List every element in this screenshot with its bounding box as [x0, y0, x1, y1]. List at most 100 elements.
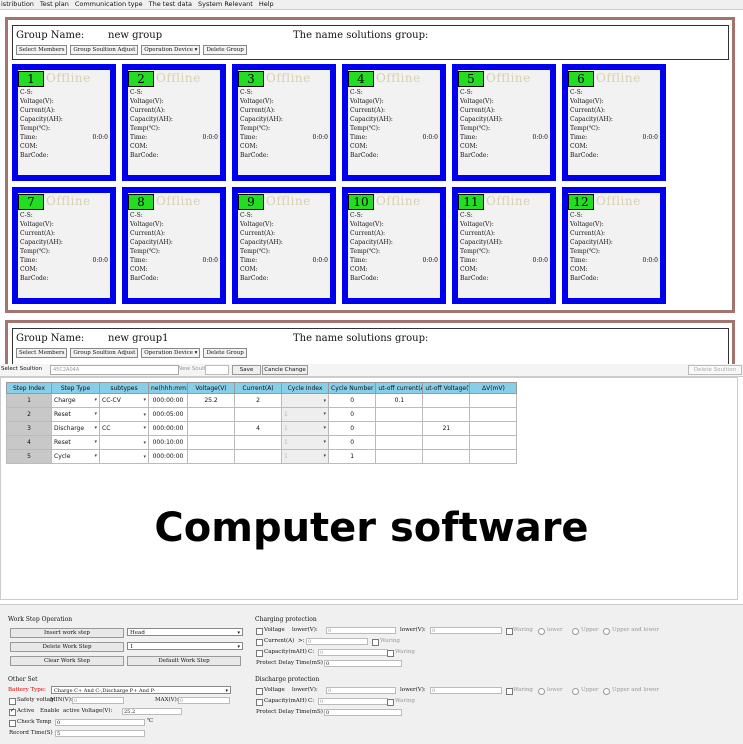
table-row[interactable]: 3 Discharge ▾ CC ▾ 000:00:00 4 1 ▾ 0 21: [6, 421, 518, 436]
discharge-upper-lower-radio[interactable]: [603, 688, 610, 695]
cutoff-voltage-cell[interactable]: [422, 393, 471, 408]
menu-test-data[interactable]: The test data: [149, 0, 192, 9]
group-solution-adjust-button[interactable]: Group Soultion Adjust: [70, 348, 139, 358]
group-solution-adjust-button[interactable]: Group Soultion Adjust: [70, 45, 139, 55]
cutoff-voltage-cell[interactable]: [422, 435, 471, 450]
table-row[interactable]: 5 Cycle ▾ ▾ 000:00:00 1 ▾ 1: [6, 449, 518, 464]
discharge-voltage-checkbox[interactable]: [256, 688, 263, 695]
insert-work-step-button[interactable]: Insert work step: [10, 628, 124, 638]
charging-current-input[interactable]: 0: [306, 638, 368, 645]
charging-lower-input[interactable]: 0: [326, 627, 396, 634]
delta-v-cell[interactable]: [469, 449, 518, 464]
select-members-button[interactable]: Select Members: [16, 45, 68, 55]
channel-card[interactable]: 12 Offline C-S: Voltage(V): Current(A): Capac…: [562, 187, 666, 304]
channel-card[interactable]: 9 Offline C-S: Voltage(V): Current(A): Capaci…: [232, 187, 336, 304]
cycle-number-cell[interactable]: 0: [327, 407, 377, 422]
step-type-cell[interactable]: Reset ▾: [51, 435, 100, 450]
channel-card[interactable]: 10 Offline C-S: Voltage(V): Current(A): Capac…: [342, 187, 446, 304]
delta-v-cell[interactable]: [469, 421, 518, 436]
cycle-number-cell[interactable]: 1: [327, 449, 377, 464]
cycle-number-cell[interactable]: 0: [327, 393, 377, 408]
channel-card[interactable]: 5 Offline C-S: Voltage(V): Current(A): Capaci…: [452, 64, 556, 181]
active-voltage-input[interactable]: 25.2: [122, 708, 182, 715]
charging-lower-radio[interactable]: [538, 628, 545, 635]
charging-delay-input[interactable]: 0: [324, 660, 402, 667]
cycle-index-cell[interactable]: 1 ▾: [281, 449, 329, 464]
channel-card[interactable]: 8 Offline C-S: Voltage(V): Current(A): Capaci…: [122, 187, 226, 304]
subtype-cell[interactable]: ▾: [99, 449, 149, 464]
time-cell[interactable]: 000:00:00: [148, 393, 188, 408]
select-solution-dropdown[interactable]: 45C2A04A: [50, 365, 179, 375]
channel-card[interactable]: 2 Offline C-S: Voltage(V): Current(A): Capaci…: [122, 64, 226, 181]
delta-v-cell[interactable]: [469, 407, 518, 422]
step-type-cell[interactable]: Reset ▾: [51, 407, 100, 422]
subtype-cell[interactable]: ▾: [99, 435, 149, 450]
step-type-cell[interactable]: Cycle ▾: [51, 449, 100, 464]
cancel-change-button[interactable]: Cancle Change: [262, 365, 308, 375]
menu-test-plan[interactable]: Test plan: [40, 0, 69, 9]
cycle-index-cell[interactable]: 1 ▾: [281, 435, 329, 450]
discharge-capacity-input[interactable]: 0: [318, 698, 388, 705]
current-cell[interactable]: [234, 435, 282, 450]
menu-system-relevant[interactable]: System Relevant: [198, 0, 253, 9]
charging-voltage-checkbox[interactable]: [256, 628, 263, 635]
min-voltage-input[interactable]: 0: [72, 697, 124, 704]
check-temp-checkbox[interactable]: [9, 720, 16, 727]
menu-distribution[interactable]: istribution: [1, 0, 34, 9]
cutoff-current-cell[interactable]: [375, 407, 424, 422]
safety-voltage-checkbox[interactable]: [9, 698, 16, 705]
step-number-select[interactable]: 1 ▾: [127, 642, 243, 650]
discharge-waring-checkbox[interactable]: [506, 688, 513, 695]
check-temp-input[interactable]: 0: [55, 719, 145, 726]
cutoff-voltage-cell[interactable]: 21: [422, 421, 471, 436]
time-cell[interactable]: 000:00:00: [148, 449, 188, 464]
current-cell[interactable]: 4: [234, 421, 282, 436]
cutoff-current-cell[interactable]: [375, 421, 424, 436]
channel-card[interactable]: 4 Offline C-S: Voltage(V): Current(A): Capaci…: [342, 64, 446, 181]
discharge-delay-input[interactable]: 0: [324, 709, 402, 716]
discharge-capacity-checkbox[interactable]: [256, 699, 263, 706]
time-cell[interactable]: 000:05:00: [148, 407, 188, 422]
delete-solution-button[interactable]: Delete Soultion: [688, 365, 742, 375]
channel-card[interactable]: 3 Offline C-S: Voltage(V): Current(A): Capaci…: [232, 64, 336, 181]
charging-waring-checkbox[interactable]: [506, 628, 513, 635]
default-work-step-button[interactable]: Default Work Step: [127, 656, 241, 666]
insert-position-select[interactable]: Head ▾: [127, 628, 243, 636]
subtype-cell[interactable]: CC ▾: [99, 421, 149, 436]
channel-card[interactable]: 6 Offline C-S: Voltage(V): Current(A): Capaci…: [562, 64, 666, 181]
cutoff-voltage-cell[interactable]: [422, 407, 471, 422]
battery-type-select[interactable]: Charge C+ And C-,Discharge P+ And P- ▾: [51, 686, 231, 694]
charging-capacity-waring-checkbox[interactable]: [387, 650, 394, 657]
delta-v-cell[interactable]: [469, 435, 518, 450]
cutoff-current-cell[interactable]: 0.1: [375, 393, 424, 408]
voltage-cell[interactable]: [187, 421, 235, 436]
table-row[interactable]: 2 Reset ▾ ▾ 000:05:00 1 ▾ 0: [6, 407, 518, 422]
cutoff-voltage-cell[interactable]: [422, 449, 471, 464]
delete-work-step-button[interactable]: Delete Work Step: [10, 642, 124, 652]
table-row[interactable]: 1 Charge ▾ CC-CV ▾ 000:00:00 25.2 2 ▾ 0 0.1: [6, 393, 518, 408]
active-checkbox[interactable]: [9, 707, 16, 716]
max-voltage-input[interactable]: 0: [178, 697, 230, 704]
voltage-cell[interactable]: 25.2: [187, 393, 235, 408]
new-solution-input[interactable]: [205, 365, 229, 375]
cutoff-current-cell[interactable]: [375, 449, 424, 464]
step-type-cell[interactable]: Charge ▾: [51, 393, 100, 408]
operation-device-dropdown[interactable]: Operation Device ▾: [141, 45, 201, 55]
select-members-button[interactable]: Select Members: [16, 348, 68, 358]
record-time-input[interactable]: 5: [55, 730, 145, 737]
cutoff-current-cell[interactable]: [375, 435, 424, 450]
time-cell[interactable]: 000:00:00: [148, 421, 188, 436]
menu-help[interactable]: Help: [259, 0, 274, 9]
discharge-upper-radio[interactable]: [572, 688, 579, 695]
current-cell[interactable]: [234, 449, 282, 464]
current-cell[interactable]: 2: [234, 393, 282, 408]
discharge-lower-radio[interactable]: [538, 688, 545, 695]
discharge-lower-input[interactable]: 0: [326, 687, 396, 694]
voltage-cell[interactable]: [187, 407, 235, 422]
current-cell[interactable]: [234, 407, 282, 422]
cycle-number-cell[interactable]: 0: [327, 435, 377, 450]
time-cell[interactable]: 000:10:00: [148, 435, 188, 450]
delete-group-button[interactable]: Delete Group: [203, 348, 247, 358]
cycle-index-cell[interactable]: ▾: [281, 393, 329, 408]
step-type-cell[interactable]: Discharge ▾: [51, 421, 100, 436]
